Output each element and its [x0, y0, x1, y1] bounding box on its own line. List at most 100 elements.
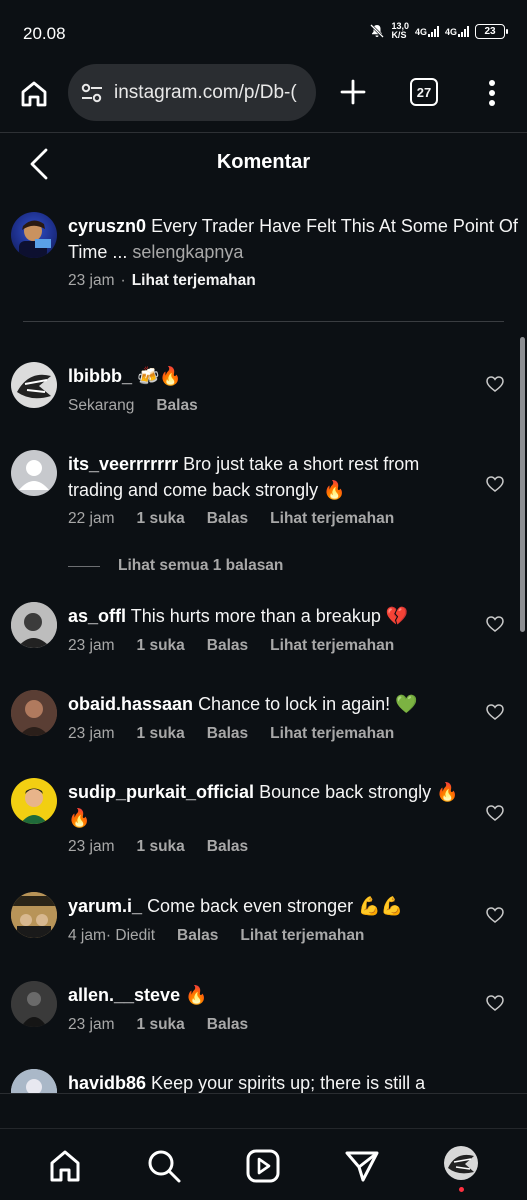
comment-body: obaid.hassaan Chance to lock in again! 💚	[68, 691, 468, 717]
site-settings-icon[interactable]	[80, 82, 104, 104]
url-text[interactable]: instagram.com/p/Db-(	[114, 82, 297, 104]
search-icon[interactable]	[146, 1148, 182, 1184]
comment-username[interactable]: havidb86	[68, 1073, 146, 1093]
notification-dot	[459, 1187, 464, 1192]
comment-body: its_veerrrrrrr Bro just take a short res…	[68, 451, 468, 503]
caption-meta: 23 jam · Lihat terjemahan	[68, 272, 256, 289]
avatar-image	[19, 220, 51, 258]
new-tab-icon[interactable]	[338, 77, 368, 107]
like-heart-icon[interactable]	[486, 476, 504, 492]
like-count[interactable]: 1 suka	[137, 637, 185, 655]
comment-time: 22 jam	[68, 510, 115, 527]
tab-switcher-button[interactable]: 27	[410, 78, 438, 106]
status-bar: 20.08 13,0 K/S 4G 4G 23	[0, 0, 527, 62]
comment-text: 🔥	[185, 985, 208, 1005]
like-count[interactable]: 1 suka	[137, 838, 185, 856]
browser-toolbar: instagram.com/p/Db-( 27	[0, 62, 527, 132]
replies-line	[68, 565, 100, 567]
like-heart-icon[interactable]	[486, 805, 504, 821]
like-heart-icon[interactable]	[486, 616, 504, 632]
comment-time: Sekarang	[68, 397, 135, 414]
battery-icon: 23	[475, 23, 508, 39]
status-time: 20.08	[23, 24, 66, 43]
caption-divider	[23, 321, 504, 322]
home-icon[interactable]	[47, 1148, 83, 1184]
comment-time: 23 jam	[68, 1016, 115, 1033]
direct-message-icon[interactable]	[344, 1148, 380, 1184]
comment-time: 23 jam	[68, 838, 115, 855]
network-speed: 13,0 K/S	[391, 21, 409, 40]
like-heart-icon[interactable]	[486, 704, 504, 720]
comments-header: Komentar	[0, 133, 527, 193]
profile-avatar[interactable]	[444, 1146, 478, 1180]
comment-username[interactable]: as_offl	[68, 606, 126, 626]
comment-username[interactable]: obaid.hassaan	[68, 694, 193, 714]
page-title: Komentar	[216, 151, 311, 173]
translate-link[interactable]: Lihat terjemahan	[270, 510, 394, 528]
avatar[interactable]	[11, 362, 57, 408]
reply-button[interactable]: Balas	[207, 1016, 248, 1034]
reply-button[interactable]: Balas	[156, 397, 197, 415]
comment-body: yarum.i_ Come back even stronger 💪💪	[68, 893, 468, 919]
caption-time: 23 jam	[68, 272, 115, 289]
address-bar[interactable]: instagram.com/p/Db-(	[68, 64, 316, 121]
translate-link[interactable]: Lihat terjemahan	[270, 637, 394, 655]
caption-text: cyruszn0 Every Trader Have Felt This At …	[68, 213, 527, 265]
avatar[interactable]	[11, 778, 57, 824]
reply-button[interactable]: Balas	[207, 838, 248, 856]
avatar[interactable]	[11, 602, 57, 648]
comment-text: Chance to lock in again! 💚	[198, 694, 418, 714]
comment-body: lbibbb_ 🍻🔥	[68, 363, 468, 389]
like-count[interactable]: 1 suka	[137, 725, 185, 743]
bottom-navigation	[0, 1128, 527, 1200]
translate-link[interactable]: Lihat terjemahan	[240, 927, 364, 945]
comment-meta: 23 jam 1 suka Balas	[68, 1016, 248, 1034]
mute-icon	[370, 24, 385, 38]
like-count[interactable]: 1 suka	[137, 510, 185, 528]
translate-link[interactable]: Lihat terjemahan	[132, 272, 256, 289]
avatar[interactable]	[11, 981, 57, 1027]
comment-meta: 22 jam 1 suka Balas Lihat terjemahan	[68, 510, 394, 528]
comment-body: as_offl This hurts more than a breakup 💔	[68, 603, 468, 629]
scrollbar[interactable]	[520, 337, 525, 632]
comments-bottom-edge	[0, 1093, 527, 1094]
reply-button[interactable]: Balas	[177, 927, 218, 945]
avatar[interactable]	[11, 450, 57, 496]
more-menu-icon[interactable]	[482, 78, 502, 108]
reply-button[interactable]: Balas	[207, 637, 248, 655]
view-replies-button[interactable]: Lihat semua 1 balasan	[68, 557, 283, 575]
comment-username[interactable]: sudip_purkait_official	[68, 782, 254, 802]
comment-username[interactable]: allen.__steve	[68, 985, 180, 1005]
comment-meta: 23 jam 1 suka Balas	[68, 838, 248, 856]
comment-time: 4 jam· Diedit	[68, 927, 155, 944]
avatar[interactable]	[11, 690, 57, 736]
status-icons: 13,0 K/S 4G 4G 23	[369, 21, 508, 40]
reels-icon[interactable]	[245, 1148, 281, 1184]
like-heart-icon[interactable]	[486, 907, 504, 923]
comment-item: havidb86 Keep your spirits up; there is …	[0, 1069, 527, 1093]
avatar[interactable]	[11, 212, 57, 258]
browser-home-icon[interactable]	[18, 78, 50, 110]
view-replies-label[interactable]: Lihat semua 1 balasan	[118, 557, 283, 575]
reply-button[interactable]: Balas	[207, 510, 248, 528]
comment-text: Come back even stronger 💪💪	[147, 896, 403, 916]
like-heart-icon[interactable]	[486, 376, 504, 392]
comment-time: 23 jam	[68, 725, 115, 742]
comment-body: allen.__steve 🔥	[68, 982, 468, 1008]
translate-link[interactable]: Lihat terjemahan	[270, 725, 394, 743]
comment-time: 23 jam	[68, 637, 115, 654]
comment-username[interactable]: its_veerrrrrrr	[68, 454, 178, 474]
avatar[interactable]	[11, 892, 57, 938]
comment-text: 🍻🔥	[137, 366, 182, 386]
comment-username[interactable]: lbibbb_	[68, 366, 132, 386]
reply-button[interactable]: Balas	[207, 725, 248, 743]
comment-username[interactable]: yarum.i_	[68, 896, 142, 916]
signal-2-icon: 4G	[445, 25, 469, 37]
caption-username[interactable]: cyruszn0	[68, 216, 146, 236]
like-count[interactable]: 1 suka	[137, 1016, 185, 1034]
like-heart-icon[interactable]	[486, 995, 504, 1011]
avatar[interactable]	[11, 1069, 57, 1093]
see-more-link[interactable]: selengkapnya	[132, 242, 243, 262]
comment-text: This hurts more than a breakup 💔	[130, 606, 409, 626]
comment-text: Keep your spirits up; there is still a	[151, 1073, 426, 1093]
